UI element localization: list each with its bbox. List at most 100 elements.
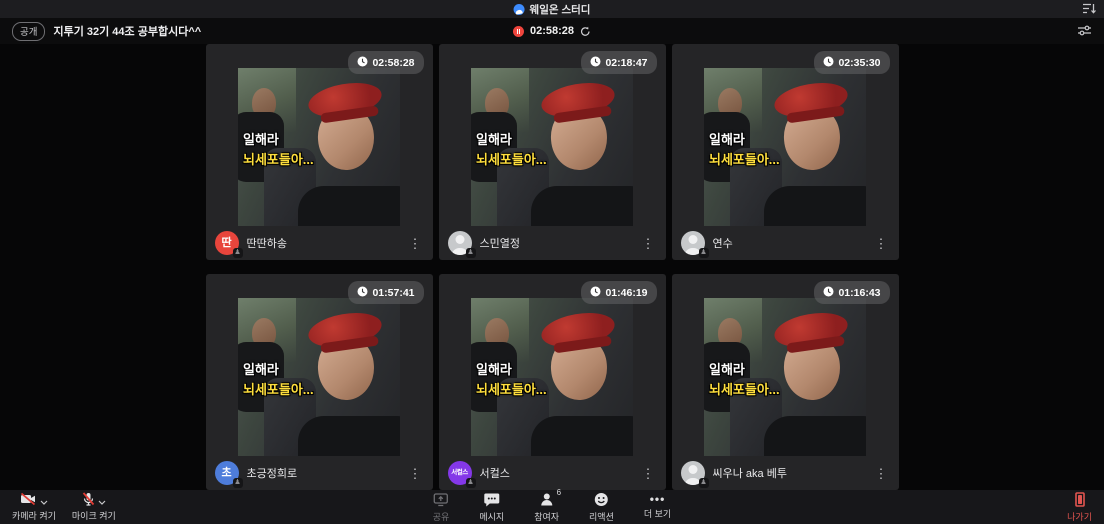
- participant-tile[interactable]: 일해라 뇌세포들아... 01:57:41 초 초긍정희로: [206, 274, 433, 490]
- avatar: 서컬스: [448, 461, 472, 485]
- reaction-button[interactable]: 리액션: [589, 492, 614, 523]
- mic-chevron-down-icon: [98, 493, 106, 508]
- avatar-initial: 딴: [221, 238, 231, 249]
- filter-settings-button[interactable]: [1077, 24, 1092, 37]
- camera-off-icon: [20, 492, 37, 509]
- avatar-status-icon: [699, 478, 709, 488]
- sort-button[interactable]: [1082, 2, 1096, 15]
- participants-button[interactable]: 6 참여자: [534, 492, 559, 523]
- footer-control-bar: 카메라 켜기 마이크 켜기 공유 메시지: [0, 490, 1104, 524]
- exit-door-icon: [1074, 492, 1086, 510]
- study-timer-badge: 02:18:47: [581, 51, 656, 74]
- avatar-status-icon: [233, 248, 243, 258]
- clock-icon: [590, 284, 601, 302]
- refresh-icon: [580, 25, 591, 40]
- tile-menu-button[interactable]: [640, 467, 657, 480]
- participant-tile[interactable]: 일해라 뇌세포들아... 02:18:47 스민열정: [439, 44, 666, 260]
- name-bar: 초 초긍정희로: [206, 456, 433, 490]
- video-area: 일해라 뇌세포들아... 02:18:47: [439, 44, 666, 226]
- participant-tile[interactable]: 일해라 뇌세포들아... 02:58:28 딴 딴딴하송: [206, 44, 433, 260]
- participant-name: 연수: [713, 235, 733, 251]
- participant-tile[interactable]: 일해라 뇌세포들아... 01:46:19 서컬스 서컬스: [439, 274, 666, 490]
- study-timer-text: 02:18:47: [605, 57, 647, 69]
- caption-line2: 뇌세포들아...: [709, 379, 780, 398]
- caption-line2: 뇌세포들아...: [243, 149, 314, 168]
- participant-tile[interactable]: 일해라 뇌세포들아... 01:16:43 씨우나 aka 베투: [672, 274, 899, 490]
- record-icon: [513, 26, 524, 37]
- more-button[interactable]: 더 보기: [644, 492, 671, 523]
- participants-count-badge: 6: [557, 488, 561, 497]
- share-button[interactable]: 공유: [433, 492, 450, 523]
- screen-share-icon: [433, 492, 449, 510]
- clock-icon: [357, 284, 368, 302]
- whale-app-icon: [514, 4, 525, 15]
- clock-icon: [823, 284, 834, 302]
- red-beret: [306, 308, 384, 352]
- meme-caption: 일해라 뇌세포들아...: [476, 129, 547, 168]
- participant-tile[interactable]: 일해라 뇌세포들아... 02:35:30 연수: [672, 44, 899, 260]
- caption-line1: 일해라: [243, 129, 314, 148]
- avatar-status-icon: [466, 478, 476, 488]
- meme-caption: 일해라 뇌세포들아...: [476, 359, 547, 398]
- meme-video-placeholder: 일해라 뇌세포들아...: [471, 68, 633, 226]
- refresh-timer-button[interactable]: [580, 26, 591, 37]
- avatar: [681, 231, 705, 255]
- tile-menu-button[interactable]: [873, 237, 890, 250]
- caption-line1: 일해라: [243, 359, 314, 378]
- meme-caption: 일해라 뇌세포들아...: [243, 129, 314, 168]
- chat-bubble-icon: [484, 492, 500, 510]
- mic-toggle-button[interactable]: 마이크 켜기: [72, 493, 116, 522]
- stage: 일해라 뇌세포들아... 02:58:28 딴 딴딴하송: [0, 44, 1104, 490]
- study-timer-badge: 01:16:43: [814, 281, 889, 304]
- message-button[interactable]: 메시지: [479, 492, 504, 523]
- person-torso: [298, 186, 400, 226]
- video-area: 일해라 뇌세포들아... 01:16:43: [672, 274, 899, 456]
- person-torso: [298, 416, 400, 456]
- clock-icon: [590, 54, 601, 72]
- avatar-initial: 서컬스: [451, 470, 467, 477]
- tile-menu-button[interactable]: [640, 237, 657, 250]
- person-torso: [531, 186, 633, 226]
- reaction-label: 리액션: [589, 510, 614, 523]
- caption-line2: 뇌세포들아...: [476, 149, 547, 168]
- study-timer-badge: 02:58:28: [348, 51, 423, 74]
- room-title: 지투기 32기 44조 공부합시다^^: [53, 23, 201, 39]
- caption-line1: 일해라: [476, 359, 547, 378]
- red-beret: [772, 308, 850, 352]
- participant-name: 씨우나 aka 베투: [713, 465, 787, 481]
- clock-icon: [823, 54, 834, 72]
- smiley-icon: [594, 492, 609, 510]
- video-area: 일해라 뇌세포들아... 01:46:19: [439, 274, 666, 456]
- caption-line1: 일해라: [709, 129, 780, 148]
- avatar-status-icon: [699, 248, 709, 258]
- camera-toggle-label: 카메라 켜기: [12, 509, 56, 522]
- camera-toggle-button[interactable]: 카메라 켜기: [12, 493, 56, 522]
- avatar-status-icon: [233, 478, 243, 488]
- study-timer-text: 01:46:19: [605, 287, 647, 299]
- clock-icon: [357, 54, 368, 72]
- person-torso: [764, 416, 866, 456]
- red-beret: [539, 308, 617, 352]
- name-bar: 씨우나 aka 베투: [672, 456, 899, 490]
- leave-group: 나가기: [1067, 492, 1092, 523]
- share-label: 공유: [433, 510, 450, 523]
- caption-line2: 뇌세포들아...: [709, 149, 780, 168]
- leave-button[interactable]: 나가기: [1067, 492, 1092, 523]
- center-controls: 공유 메시지 6 참여자 리액션 더 보기: [433, 492, 671, 523]
- participant-grid: 일해라 뇌세포들아... 02:58:28 딴 딴딴하송: [206, 44, 899, 490]
- meme-video-placeholder: 일해라 뇌세포들아...: [471, 298, 633, 456]
- sort-descending-icon: [1082, 3, 1096, 18]
- avatar: 초: [215, 461, 239, 485]
- participant-name: 스민열정: [480, 235, 520, 251]
- session-timer-group: 02:58:28: [513, 25, 591, 37]
- meme-video-placeholder: 일해라 뇌세포들아...: [704, 68, 866, 226]
- tile-menu-button[interactable]: [407, 467, 424, 480]
- name-bar: 연수: [672, 226, 899, 260]
- caption-line2: 뇌세포들아...: [243, 379, 314, 398]
- caption-line2: 뇌세포들아...: [476, 379, 547, 398]
- tile-menu-button[interactable]: [873, 467, 890, 480]
- participant-name: 초긍정희로: [247, 465, 298, 481]
- name-bar: 스민열정: [439, 226, 666, 260]
- study-timer-badge: 01:46:19: [581, 281, 656, 304]
- tile-menu-button[interactable]: [407, 237, 424, 250]
